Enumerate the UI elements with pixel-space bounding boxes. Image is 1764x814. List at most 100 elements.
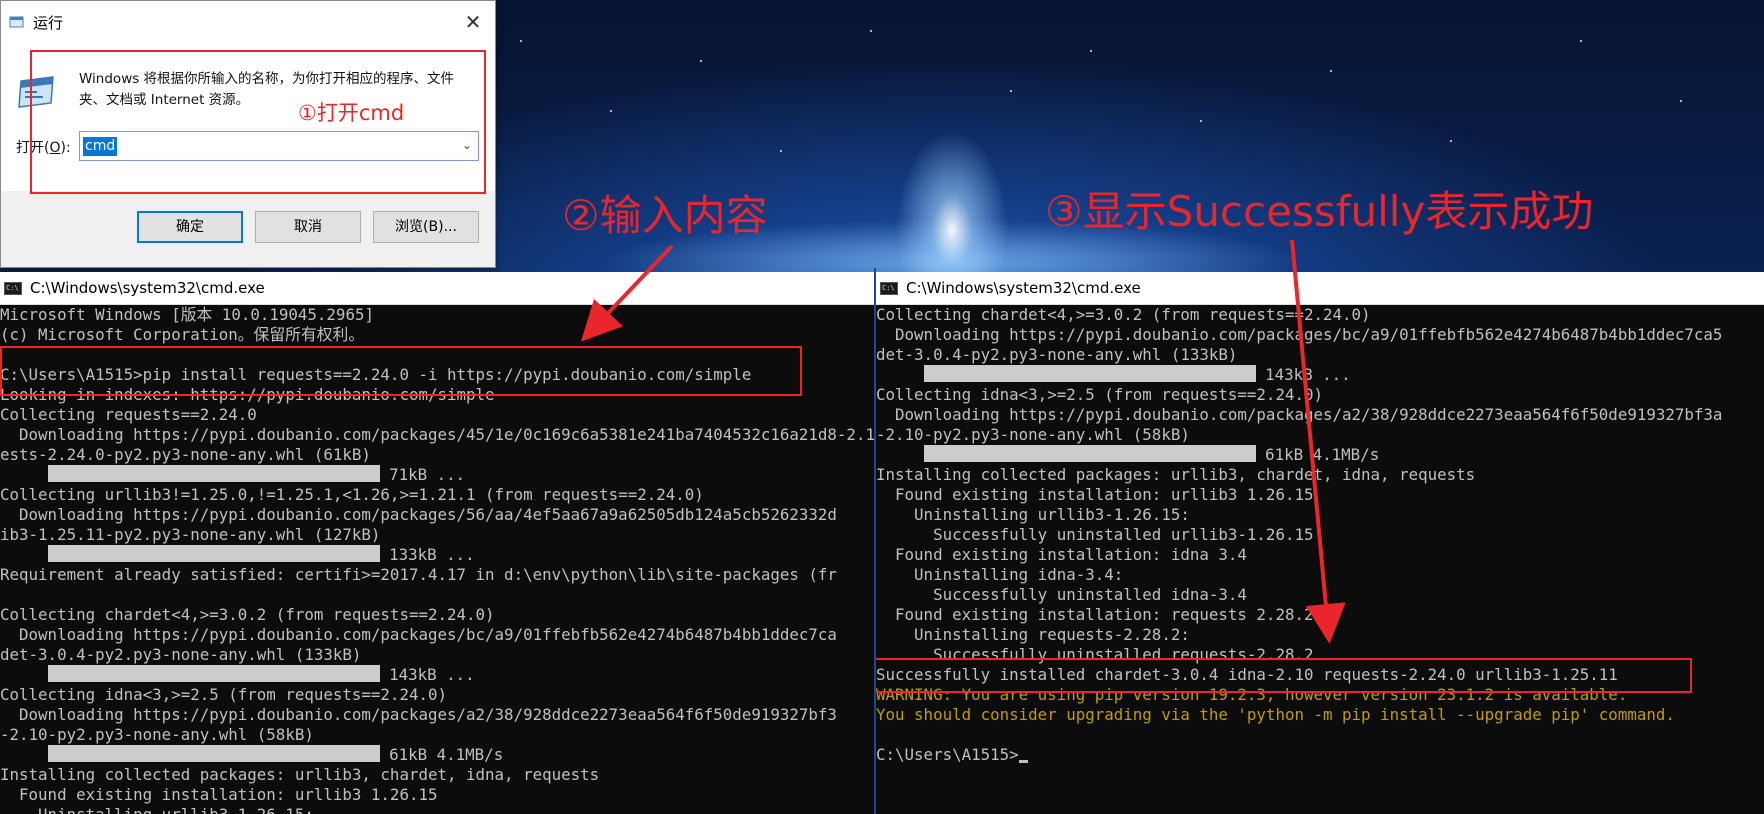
console-line-text: det-3.0.4-py2.py3-none-any.whl (133kB) xyxy=(0,645,362,664)
console-line: Collecting chardet<4,>=3.0.2 (from reque… xyxy=(0,605,876,625)
console-line: Collecting requests==2.24.0 xyxy=(0,405,876,425)
console-line-text: 61kB 4.1MB/s xyxy=(379,745,504,764)
cmd-title-left: C:\Windows\system32\cmd.exe xyxy=(30,279,265,297)
console-line: Uninstalling idna-3.4: xyxy=(876,565,1764,585)
console-line-text: ests-2.24.0-py2.py3-none-any.whl (61kB) xyxy=(0,445,371,464)
console-line-text: Installing collected packages: urllib3, … xyxy=(876,465,1476,484)
console-line: 143kB ... xyxy=(0,665,876,685)
console-line-text: Collecting chardet<4,>=3.0.2 (from reque… xyxy=(0,605,495,624)
annotation-step1: ①打开cmd xyxy=(298,101,405,125)
console-line: Successfully uninstalled idna-3.4 xyxy=(876,585,1764,605)
text-cursor xyxy=(1018,760,1028,763)
console-line: 143kB ... xyxy=(876,365,1764,385)
progress-bar xyxy=(47,465,380,482)
console-line-text: (c) Microsoft Corporation。保留所有权利。 xyxy=(0,325,365,344)
console-line-text: Microsoft Windows [版本 10.0.19045.2965] xyxy=(0,305,374,324)
console-line: Successfully uninstalled urllib3-1.26.15 xyxy=(876,525,1764,545)
run-titlebar: 运行 ✕ xyxy=(1,1,495,45)
ok-button[interactable]: 确定 xyxy=(137,211,243,243)
console-line-text: Collecting idna<3,>=2.5 (from requests==… xyxy=(876,385,1323,404)
console-line-text: Downloading https://pypi.doubanio.com/pa… xyxy=(0,705,837,724)
cmd-titlebar-right: C:\ C:\Windows\system32\cmd.exe xyxy=(876,272,1764,305)
console-line-text: Collecting idna<3,>=2.5 (from requests==… xyxy=(0,685,447,704)
console-line: det-3.0.4-py2.py3-none-any.whl (133kB) xyxy=(876,345,1764,365)
run-dialog-footer: 确定 取消 浏览(B)... xyxy=(1,191,495,267)
console-line-text: Found existing installation: urllib3 1.2… xyxy=(876,485,1314,504)
console-line-text: Uninstalling urllib3-1.26.15: xyxy=(0,805,314,814)
console-line-text: Requirement already satisfied: certifi>=… xyxy=(0,565,837,584)
window-divider xyxy=(874,268,876,814)
console-line-text: You should consider upgrading via the 'p… xyxy=(876,705,1675,724)
console-line-text: Found existing installation: idna 3.4 xyxy=(876,545,1247,564)
console-line-text: Uninstalling requests-2.28.2: xyxy=(876,625,1190,644)
console-line-text: 143kB ... xyxy=(379,665,475,684)
console-line: Found existing installation: urllib3 1.2… xyxy=(0,785,876,805)
progress-bar xyxy=(923,445,1256,462)
cmd-app-icon: C:\ xyxy=(4,282,22,295)
console-line: You should consider upgrading via the 'p… xyxy=(876,705,1764,725)
progress-bar xyxy=(47,665,380,682)
progress-bar xyxy=(923,365,1256,382)
close-button[interactable]: ✕ xyxy=(457,7,489,37)
console-line: Requirement already satisfied: certifi>=… xyxy=(0,565,876,585)
console-line: Found existing installation: requests 2.… xyxy=(876,605,1764,625)
highlight-box-run xyxy=(30,50,486,194)
console-line: Collecting idna<3,>=2.5 (from requests==… xyxy=(876,385,1764,405)
console-line: ests-2.24.0-py2.py3-none-any.whl (61kB) xyxy=(0,445,876,465)
console-line: Downloading https://pypi.doubanio.com/pa… xyxy=(0,505,876,525)
console-line: Uninstalling urllib3-1.26.15: xyxy=(0,805,876,814)
run-app-icon xyxy=(9,16,24,28)
console-line-text: Successfully uninstalled idna-3.4 xyxy=(876,585,1247,604)
console-line-text: Downloading https://pypi.doubanio.com/pa… xyxy=(19,425,876,444)
cmd-app-icon: C:\ xyxy=(880,282,898,295)
highlight-box-success xyxy=(874,658,1692,693)
console-line-text: Found existing installation: urllib3 1.2… xyxy=(0,785,438,804)
console-line: Collecting idna<3,>=2.5 (from requests==… xyxy=(0,685,876,705)
console-line: ib3-1.25.11-py2.py3-none-any.whl (127kB) xyxy=(0,525,876,545)
console-line: (c) Microsoft Corporation。保留所有权利。 xyxy=(0,325,876,345)
console-line: Installing collected packages: urllib3, … xyxy=(876,465,1764,485)
annotation-step3: ③显示Successfully表示成功 xyxy=(1045,187,1594,236)
console-line-text: Collecting chardet<4,>=3.0.2 (from reque… xyxy=(876,305,1371,324)
console-line: Downloading https://pypi.doubanio.com/pa… xyxy=(0,625,876,645)
console-line: -2.10-py2.py3-none-any.whl (58kB) xyxy=(876,425,1764,445)
console-line: Found existing installation: urllib3 1.2… xyxy=(876,485,1764,505)
cmd-titlebar-left: C:\ C:\Windows\system32\cmd.exe xyxy=(0,272,876,305)
console-line-text: Uninstalling urllib3-1.26.15: xyxy=(876,505,1190,524)
console-line: Downloading https://pypi.doubanio.com/pa… xyxy=(0,705,876,725)
console-line-text: Downloading https://pypi.doubanio.com/pa… xyxy=(0,625,837,644)
console-line: Downloading https://pypi.doubanio.com/pa… xyxy=(0,425,876,445)
console-line: Collecting urllib3!=1.25.0,!=1.25.1,<1.2… xyxy=(0,485,876,505)
console-line-text: 71kB ... xyxy=(379,465,466,484)
close-icon: ✕ xyxy=(464,10,482,34)
console-line-text: ib3-1.25.11-py2.py3-none-any.whl (127kB) xyxy=(0,525,381,544)
cmd-window-right: C:\ C:\Windows\system32\cmd.exe Collecti… xyxy=(876,272,1764,814)
console-line: Uninstalling urllib3-1.26.15: xyxy=(876,505,1764,525)
console-line-text: -2.10-py2.py3-none-any.whl (58kB) xyxy=(876,425,1190,444)
cmd-output-right: Collecting chardet<4,>=3.0.2 (from reque… xyxy=(876,305,1764,765)
console-line-text: Uninstalling idna-3.4: xyxy=(876,565,1124,584)
console-line: Uninstalling requests-2.28.2: xyxy=(876,625,1764,645)
browse-button[interactable]: 浏览(B)... xyxy=(373,211,479,243)
console-line-text: Downloading https://pypi.doubanio.com/pa… xyxy=(0,505,837,524)
console-line: C:\Users\A1515> xyxy=(876,745,1764,765)
progress-bar xyxy=(47,745,380,762)
run-dialog-title: 运行 xyxy=(33,14,64,32)
console-line: Downloading https://pypi.doubanio.com/pa… xyxy=(876,325,1764,345)
console-line-text: 133kB ... xyxy=(379,545,475,564)
cmd-title-right: C:\Windows\system32\cmd.exe xyxy=(906,279,1141,297)
console-line-text: det-3.0.4-py2.py3-none-any.whl (133kB) xyxy=(876,345,1238,364)
console-line-text: 61kB 4.1MB/s xyxy=(1255,445,1380,464)
console-line: 61kB 4.1MB/s xyxy=(0,745,876,765)
highlight-box-command xyxy=(0,346,802,396)
console-line-text: C:\Users\A1515> xyxy=(876,745,1019,764)
console-line: det-3.0.4-py2.py3-none-any.whl (133kB) xyxy=(0,645,876,665)
console-line-text: Successfully uninstalled urllib3-1.26.15 xyxy=(876,525,1314,544)
cancel-button[interactable]: 取消 xyxy=(255,211,361,243)
console-line-text: Collecting urllib3!=1.25.0,!=1.25.1,<1.2… xyxy=(0,485,704,504)
console-line: Collecting chardet<4,>=3.0.2 (from reque… xyxy=(876,305,1764,325)
console-line-text: Downloading https://pypi.doubanio.com/pa… xyxy=(876,405,1723,424)
console-line-text: Collecting requests==2.24.0 xyxy=(0,405,257,424)
console-line-text: Downloading https://pypi.doubanio.com/pa… xyxy=(876,325,1723,344)
